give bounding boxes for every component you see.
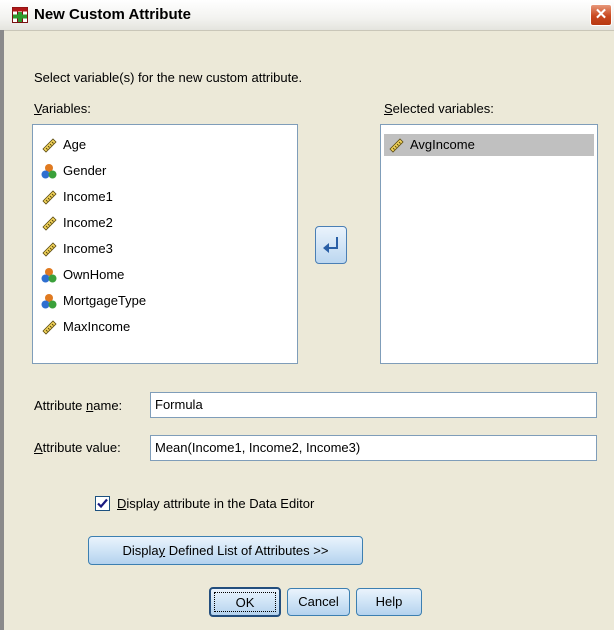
attribute-name-label: Attribute name: xyxy=(34,398,123,413)
variables-listbox[interactable]: Age Gender Income1 Income2 Income3 OwnHo… xyxy=(32,124,298,364)
list-item-label: OwnHome xyxy=(63,267,125,282)
list-item-label: MaxIncome xyxy=(63,319,131,334)
attribute-value-label: Attribute value: xyxy=(34,440,121,455)
scale-ruler-icon xyxy=(389,138,404,153)
cancel-button[interactable]: Cancel xyxy=(287,588,350,616)
list-item-label: Age xyxy=(63,137,87,152)
window-frame-left xyxy=(0,30,4,630)
scale-ruler-icon xyxy=(42,190,57,205)
list-item-label: Income3 xyxy=(63,241,113,256)
arrow-left-icon xyxy=(323,237,338,253)
nominal-balls-icon xyxy=(41,294,57,309)
checkmark-icon xyxy=(97,498,108,509)
close-button[interactable]: ✕ xyxy=(590,4,612,26)
display-attribute-label[interactable]: Display attribute in the Data Editor xyxy=(117,496,314,511)
scale-ruler-icon xyxy=(42,242,57,257)
selected-variables-listbox[interactable]: AvgIncome xyxy=(380,124,598,364)
title-bar: New Custom Attribute ✕ xyxy=(0,0,614,31)
close-icon: ✕ xyxy=(594,6,608,23)
focus-rectangle xyxy=(214,592,276,612)
list-item-label: Income1 xyxy=(63,189,113,204)
selected-variables-label: Selected variables: xyxy=(384,101,494,116)
list-item-label: AvgIncome xyxy=(410,137,475,152)
list-item-label: MortgageType xyxy=(63,293,147,308)
instructions-text: Select variable(s) for the new custom at… xyxy=(34,70,303,85)
variables-label: Variables: xyxy=(34,101,91,116)
list-item[interactable]: AvgIncome xyxy=(384,134,594,156)
move-variable-button[interactable] xyxy=(315,226,347,264)
scale-ruler-icon xyxy=(42,138,57,153)
scale-ruler-icon xyxy=(42,320,57,335)
attribute-value-field[interactable]: Mean(Income1, Income2, Income3) xyxy=(150,435,597,461)
list-item-label: Income2 xyxy=(63,215,113,230)
window-title: New Custom Attribute xyxy=(34,6,191,23)
scale-ruler-icon xyxy=(42,216,57,231)
ok-button[interactable]: OK xyxy=(209,587,281,617)
app-icon xyxy=(12,7,28,23)
nominal-balls-icon xyxy=(41,164,57,179)
list-item-label: Gender xyxy=(63,163,107,178)
display-defined-list-button[interactable]: Display Defined List of Attributes >> xyxy=(88,536,363,565)
attribute-name-field[interactable]: Formula xyxy=(150,392,597,418)
help-button[interactable]: Help xyxy=(356,588,422,616)
nominal-balls-icon xyxy=(41,268,57,283)
display-attribute-checkbox[interactable] xyxy=(95,496,110,511)
